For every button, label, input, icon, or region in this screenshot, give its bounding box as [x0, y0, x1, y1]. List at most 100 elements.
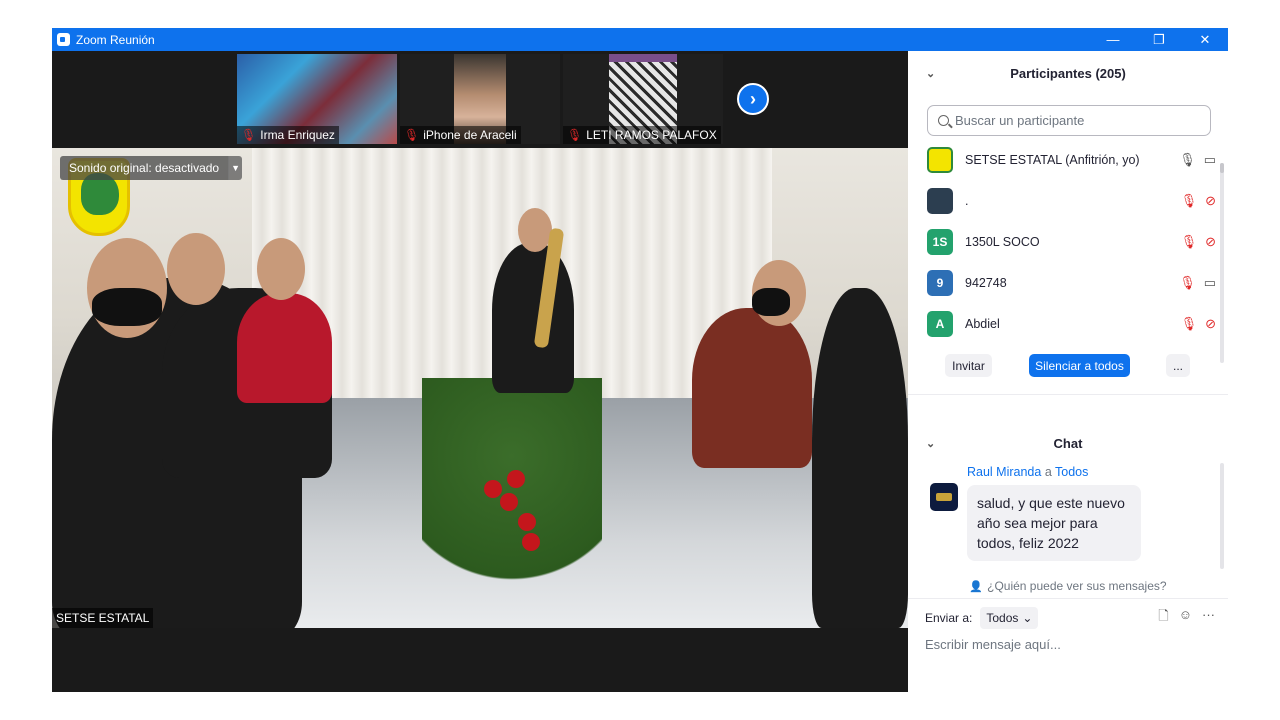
person-red-jacket [237, 293, 332, 403]
side-panel: ⌄ Participantes (205) Buscar un particip… [908, 51, 1228, 692]
participant-name: Abdiel [965, 316, 1000, 331]
participant-status: 🎙 ▭ [1179, 152, 1216, 168]
participant-search[interactable]: Buscar un participante [927, 105, 1211, 136]
invite-button[interactable]: Invitar [945, 354, 992, 377]
participant-thumbnail[interactable]: 🎙 iPhone de Araceli [400, 54, 560, 144]
participant-actions: Invitar Silenciar a todos ... [908, 354, 1228, 382]
search-icon [938, 115, 949, 126]
chat-tools: 🗋 ☺ ··· [1158, 607, 1215, 629]
avatar [927, 187, 953, 214]
participant-row[interactable]: A Abdiel 🎙 ⊘ [908, 303, 1220, 344]
ornament [522, 533, 540, 551]
participant-row[interactable]: SETSE ESTATAL (Anfitrión, yo) 🎙 ▭ [908, 139, 1220, 180]
person-floral-blouse [692, 308, 812, 468]
collapse-chat-icon[interactable]: ⌄ [926, 437, 935, 450]
video-camera-icon: ▭ [1203, 274, 1216, 290]
zoom-app-icon [57, 33, 70, 46]
chevron-right-icon: › [750, 88, 756, 109]
participant-name: Irma Enriquez [260, 128, 335, 142]
title-bar: Zoom Reunión — ❐ ✕ [52, 28, 1228, 51]
ornament [518, 513, 536, 531]
avatar: A [927, 310, 953, 337]
chat-compose-input[interactable]: Escribir mensaje aquí... [925, 637, 1061, 652]
video-off-icon: ⊘ [1205, 233, 1216, 249]
thumbnail-label: 🎙 LETI RAMOS PALAFOX [563, 126, 721, 144]
original-sound-toggle[interactable]: Sonido original: desactivado ▼ [60, 156, 243, 180]
muted-mic-icon: 🎙 [241, 128, 257, 142]
video-camera-icon: ▭ [1203, 151, 1216, 167]
next-page-button[interactable]: › [737, 83, 769, 115]
participant-row[interactable]: 1S 1350L SOCO 🎙 ⊘ [908, 221, 1220, 262]
chat-message-bubble[interactable]: salud, y que este nuevo año sea mejor pa… [967, 485, 1141, 561]
muted-mic-icon: 🎙 [1180, 192, 1198, 208]
person-info-icon: 👤 [969, 580, 984, 593]
participant-name: iPhone de Araceli [423, 128, 517, 142]
avatar [927, 146, 953, 173]
ornament [500, 493, 518, 511]
thumbnail-label: 🎙 Irma Enriquez [237, 126, 339, 144]
participants-header: ⌄ Participantes (205) [908, 51, 1228, 95]
participant-row[interactable]: . 🎙 ⊘ [908, 180, 1220, 221]
emoji-icon[interactable]: ☺ [1179, 607, 1192, 629]
participant-row[interactable]: 9 942748 🎙 ▭ [908, 262, 1220, 303]
saxophonist [492, 243, 574, 393]
muted-mic-icon: 🎙 [1180, 315, 1198, 331]
message-recipient: Todos [1055, 465, 1089, 479]
participant-status: 🎙 ▭ [1179, 275, 1216, 291]
video-area: 🎙 Irma Enriquez 🎙 iPhone de Araceli 🎙 LE… [52, 51, 908, 692]
video-off-icon: ⊘ [1205, 192, 1216, 208]
zoom-window: Zoom Reunión — ❐ ✕ 🎙 Irma Enriquez 🎙 iPh… [52, 28, 1228, 692]
participant-scrollbar[interactable] [1220, 163, 1224, 363]
send-to-dropdown[interactable]: Todos ⌄ [980, 607, 1039, 629]
participant-scrollbar-thumb[interactable] [1220, 163, 1224, 173]
avatar: 1S [927, 228, 953, 255]
file-icon[interactable]: 🗋 [1158, 607, 1168, 629]
person-head [167, 233, 225, 305]
face-mask [92, 288, 162, 326]
thumbnail-label: 🎙 iPhone de Araceli [400, 126, 521, 144]
original-sound-label: Sonido original: desactivado [60, 156, 229, 180]
who-can-see-link[interactable]: 👤 ¿Quién puede ver sus mensajes? [908, 576, 1228, 596]
ornament [507, 470, 525, 488]
participant-status: 🎙 ⊘ [1181, 316, 1216, 332]
collapse-participants-icon[interactable]: ⌄ [926, 67, 935, 80]
more-options-button[interactable]: ... [1166, 354, 1190, 377]
message-to-word: a [1044, 465, 1052, 479]
send-to-row: Enviar a: Todos ⌄ 🗋 ☺ ··· [925, 607, 1215, 629]
participant-thumbnail[interactable]: 🎙 LETI RAMOS PALAFOX [563, 54, 723, 144]
restore-button[interactable]: ❐ [1136, 28, 1182, 51]
participant-name: 1350L SOCO [965, 234, 1040, 249]
face-mask [752, 288, 790, 316]
message-sender-line: Raul Miranda a Todos [967, 465, 1088, 479]
chat-title: Chat [1053, 435, 1083, 451]
participant-thumbnail[interactable]: 🎙 Irma Enriquez [237, 54, 397, 144]
close-button[interactable]: ✕ [1182, 28, 1228, 51]
section-divider [908, 394, 1228, 395]
chat-scrollbar[interactable] [1220, 463, 1224, 569]
participant-name: 942748 [965, 275, 1007, 290]
participant-name: . [965, 193, 969, 208]
section-divider [908, 598, 1228, 599]
main-speaker-video[interactable]: Sonido original: desactivado ▼ SETSE EST… [52, 148, 908, 628]
participant-name: SETSE ESTATAL (Anfitrión, yo) [965, 152, 1140, 167]
minimize-button[interactable]: — [1090, 28, 1136, 51]
message-sender[interactable]: Raul Miranda [967, 465, 1041, 479]
chevron-down-icon: ⌄ [1022, 611, 1033, 625]
muted-mic-icon: 🎙 [1180, 233, 1198, 249]
search-placeholder: Buscar un participante [955, 113, 1085, 128]
speaker-name-label: SETSE ESTATAL [52, 608, 154, 628]
participant-list: SETSE ESTATAL (Anfitrión, yo) 🎙 ▭ . 🎙 ⊘ … [908, 139, 1220, 344]
window-title: Zoom Reunión [76, 32, 155, 47]
sender-avatar [930, 483, 958, 511]
mute-all-button[interactable]: Silenciar a todos [1029, 354, 1130, 377]
dropdown-arrow-icon[interactable]: ▼ [228, 156, 243, 180]
more-icon[interactable]: ··· [1202, 607, 1215, 629]
participant-status: 🎙 ⊘ [1181, 193, 1216, 209]
muted-mic-icon: 🎙 [567, 128, 583, 142]
participant-status: 🎙 ⊘ [1181, 234, 1216, 250]
chat-header: ⌄ Chat [908, 421, 1228, 465]
send-to-value: Todos [986, 611, 1019, 625]
muted-mic-icon: 🎙 [1179, 274, 1196, 290]
who-can-see-text: ¿Quién puede ver sus mensajes? [987, 579, 1167, 593]
video-off-icon: ⊘ [1205, 315, 1216, 331]
